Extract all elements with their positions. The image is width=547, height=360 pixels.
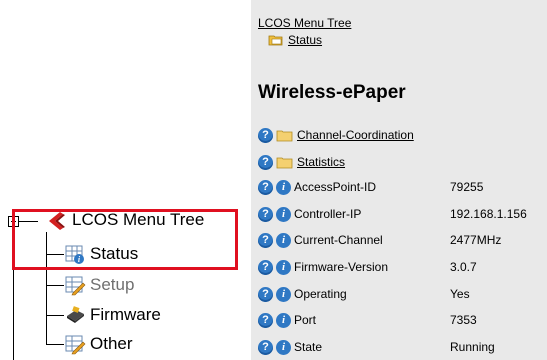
value-row: ? i Controller-IP 192.168.1.156 [258, 204, 527, 224]
folder-link-statistics[interactable]: Statistics [297, 155, 345, 169]
value-text: 192.168.1.156 [450, 207, 527, 221]
folder-row[interactable]: ? Channel-Coordination [258, 125, 414, 145]
info-icon: i [276, 259, 291, 275]
value-row: ? i AccessPoint-ID 79255 [258, 177, 483, 197]
value-row: ? i State Running [258, 337, 495, 357]
value-text: Yes [450, 287, 470, 301]
value-row: ? i Current-Channel 2477MHz [258, 230, 501, 250]
value-text: 7353 [450, 313, 477, 327]
tree-line [46, 315, 64, 316]
info-icon: i [276, 339, 291, 355]
tree-item-firmware[interactable]: Firmware [64, 304, 161, 326]
help-icon[interactable]: ? [258, 259, 273, 275]
tree-item-label: Setup [90, 275, 135, 294]
tree-item-label: Firmware [90, 305, 161, 324]
tree-item-label: Other [90, 334, 133, 353]
tree-line [46, 344, 64, 345]
highlight-box [12, 209, 238, 270]
value-text: Running [450, 340, 495, 354]
help-icon[interactable]: ? [258, 154, 273, 170]
help-icon[interactable]: ? [258, 339, 273, 355]
help-icon[interactable]: ? [258, 312, 273, 328]
value-name: Current-Channel [294, 233, 383, 247]
value-name: AccessPoint-ID [294, 180, 377, 194]
setup-edit-icon [64, 274, 86, 296]
value-text: 3.0.7 [450, 260, 477, 274]
value-row: ? i Firmware-Version 3.0.7 [258, 257, 477, 277]
tree-item-other[interactable]: Other [64, 333, 133, 355]
tree-item-setup[interactable]: Setup [64, 274, 134, 296]
value-text: 2477MHz [450, 233, 502, 247]
page-title: Wireless-ePaper [258, 82, 406, 103]
status-folder-icon [268, 33, 284, 47]
value-name: Firmware-Version [294, 260, 389, 274]
folder-icon [276, 129, 293, 142]
tree-line [46, 285, 64, 286]
info-icon: i [276, 179, 291, 195]
info-icon: i [276, 286, 291, 302]
info-icon: i [276, 232, 291, 248]
value-name: Port [294, 313, 317, 327]
value-name: State [294, 340, 323, 354]
breadcrumb-status-link[interactable]: Status [288, 33, 322, 47]
value-row: ? i Port 7353 [258, 310, 477, 330]
value-row: ? i Operating Yes [258, 284, 470, 304]
value-text: 79255 [450, 180, 484, 194]
folder-link-channel-coordination[interactable]: Channel-Coordination [297, 128, 414, 142]
info-icon: i [276, 206, 291, 222]
status-panel: LCOS Menu Tree Status Wireless-ePaper ? … [251, 0, 547, 360]
help-icon[interactable]: ? [258, 206, 273, 222]
folder-icon [276, 156, 293, 169]
menu-tree: LCOS Menu Tree i Status Setup Firmware O… [0, 0, 240, 360]
firmware-chip-icon [64, 304, 86, 326]
help-icon[interactable]: ? [258, 286, 273, 302]
help-icon[interactable]: ? [258, 127, 273, 143]
breadcrumb-root-link[interactable]: LCOS Menu Tree [258, 16, 351, 30]
help-icon[interactable]: ? [258, 232, 273, 248]
info-icon: i [276, 312, 291, 328]
breadcrumb-status[interactable]: Status [268, 33, 322, 47]
folder-row[interactable]: ? Statistics [258, 152, 345, 172]
value-name: Controller-IP [294, 207, 362, 221]
other-edit-icon [64, 333, 86, 355]
value-name: Operating [294, 287, 347, 301]
help-icon[interactable]: ? [258, 179, 273, 195]
